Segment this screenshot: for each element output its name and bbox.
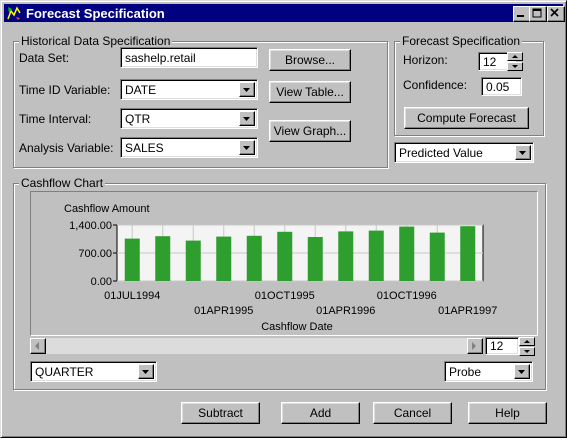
time-id-value: DATE [125, 83, 157, 97]
chevron-down-icon [512, 65, 518, 68]
historical-legend: Historical Data Specification [19, 34, 173, 48]
time-interval-select[interactable]: QTR [120, 108, 258, 129]
chart-interval-select[interactable]: QUARTER [30, 361, 157, 382]
chart-interval-value: QUARTER [35, 365, 94, 379]
x-axis-label: Cashflow Date [261, 321, 333, 333]
predicted-value-select[interactable]: Predicted Value [394, 142, 534, 163]
chevron-up-icon [512, 55, 518, 58]
cashflow-chart: Cashflow Amount Cashflow Date 1,400.00 70… [64, 203, 497, 333]
time-interval-dropdown-button[interactable] [239, 111, 255, 126]
chevron-down-icon [243, 88, 250, 92]
close-icon [550, 8, 559, 17]
time-interval-label: Time Interval: [19, 112, 92, 126]
confidence-label: Confidence: [403, 78, 468, 92]
bar[interactable] [399, 226, 415, 281]
chevron-left-icon [35, 342, 39, 350]
chevron-down-icon [243, 146, 250, 150]
time-id-dropdown-button[interactable] [239, 82, 255, 97]
chart-interval-dropdown-button[interactable] [138, 364, 154, 379]
close-button[interactable] [547, 6, 565, 22]
horizon-up-button[interactable] [507, 52, 523, 61]
periods-input[interactable]: 12 [485, 337, 519, 355]
analysis-variable-dropdown-button[interactable] [239, 140, 255, 155]
maximize-button[interactable] [529, 6, 547, 22]
chevron-down-icon [142, 370, 149, 374]
y-axis-label: Cashflow Amount [64, 203, 150, 215]
x-tick-label: 01OCT1996 [377, 290, 437, 302]
probe-select[interactable]: Probe [444, 361, 533, 382]
bar[interactable] [216, 236, 232, 281]
cashflow-chart-area: Cashflow Amount Cashflow Date 1,400.00 70… [30, 191, 538, 336]
periods-down-button[interactable] [519, 347, 535, 356]
time-id-label: Time ID Variable: [19, 83, 111, 97]
scroll-right-button[interactable] [467, 338, 483, 354]
analysis-variable-label: Analysis Variable: [19, 141, 114, 155]
bar[interactable] [368, 230, 384, 281]
bar[interactable] [460, 226, 476, 281]
subtract-button[interactable]: Subtract [181, 402, 260, 424]
bar[interactable] [155, 236, 171, 281]
analysis-variable-select[interactable]: SALES [120, 137, 258, 158]
cancel-button[interactable]: Cancel [373, 402, 452, 424]
chevron-down-icon [243, 117, 250, 121]
minimize-icon [517, 15, 524, 17]
maximize-icon [532, 8, 542, 18]
periods-up-button[interactable] [519, 337, 535, 346]
chevron-right-icon [472, 342, 476, 350]
compute-forecast-button[interactable]: Compute Forecast [404, 107, 529, 129]
predicted-value-text: Predicted Value [399, 146, 483, 160]
data-set-input[interactable]: sashelp.retail [120, 47, 258, 68]
app-icon [6, 5, 22, 21]
y-tick-label: 700.00 [78, 248, 112, 260]
probe-dropdown-button[interactable] [514, 364, 530, 379]
periods-spinner[interactable] [519, 337, 535, 356]
horizon-down-button[interactable] [507, 62, 523, 71]
bar[interactable] [429, 232, 445, 281]
chart-horizontal-scrollbar[interactable] [30, 338, 483, 354]
time-interval-value: QTR [125, 112, 151, 126]
y-tick-label: 1,400.00 [69, 220, 112, 232]
analysis-variable-value: SALES [125, 141, 164, 155]
data-set-label: Data Set: [19, 51, 70, 65]
bar[interactable] [124, 238, 140, 281]
x-tick-label: 01APR1997 [438, 305, 497, 317]
confidence-input[interactable]: 0.05 [481, 77, 522, 96]
help-button[interactable]: Help [468, 402, 547, 424]
chevron-down-icon [518, 370, 525, 374]
chevron-down-icon [524, 350, 530, 353]
chevron-down-icon [519, 151, 526, 155]
horizon-spinner[interactable] [507, 52, 523, 71]
bar[interactable] [338, 231, 354, 281]
scroll-left-button[interactable] [30, 338, 46, 354]
predicted-dropdown-button[interactable] [515, 145, 531, 160]
x-tick-label: 01APR1995 [194, 305, 253, 317]
forecast-legend: Forecast Specification [400, 34, 523, 48]
browse-button[interactable]: Browse... [269, 49, 351, 71]
forecast-window: Forecast Specification Historical Data S… [0, 0, 567, 438]
probe-value: Probe [449, 365, 482, 379]
x-tick-label: 01JUL1994 [104, 290, 160, 302]
window-title: Forecast Specification [26, 6, 165, 21]
bar[interactable] [277, 231, 293, 281]
cashflow-legend: Cashflow Chart [19, 176, 106, 190]
add-button[interactable]: Add [281, 402, 360, 424]
horizon-label: Horizon: [403, 53, 448, 67]
view-graph-button[interactable]: View Graph... [269, 120, 351, 142]
bar[interactable] [307, 237, 323, 281]
x-tick-label: 01APR1996 [316, 305, 375, 317]
title-bar: Forecast Specification [4, 4, 565, 22]
y-tick-label: 0.00 [91, 276, 112, 288]
view-table-button[interactable]: View Table... [269, 81, 351, 103]
bar[interactable] [246, 235, 262, 281]
time-id-select[interactable]: DATE [120, 79, 258, 100]
bar[interactable] [185, 240, 201, 281]
chevron-up-icon [524, 340, 530, 343]
x-tick-label: 01OCT1995 [255, 290, 315, 302]
